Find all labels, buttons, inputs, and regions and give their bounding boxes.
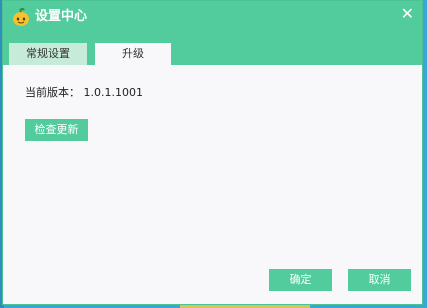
version-value: 1.0.1.1001 xyxy=(83,86,143,99)
version-row: 当前版本： 1.0.1.1001 xyxy=(25,85,143,101)
version-label: 当前版本： xyxy=(25,86,80,99)
tab-upgrade[interactable]: 升级 xyxy=(95,43,171,65)
window-title: 设置中心 xyxy=(35,9,88,24)
mango-logo-icon xyxy=(13,7,29,26)
ok-button[interactable]: 确定 xyxy=(269,269,332,291)
cancel-button[interactable]: 取消 xyxy=(348,269,411,291)
title-bar[interactable]: 设置中心 ✕ 常规设置 升级 xyxy=(3,1,422,65)
check-update-button[interactable]: 检查更新 xyxy=(25,119,88,141)
settings-dialog: 设置中心 ✕ 常规设置 升级 当前版本： 1.0.1.1001 检查更新 确定 … xyxy=(2,0,423,305)
tab-general-settings[interactable]: 常规设置 xyxy=(9,43,87,65)
upgrade-panel: 当前版本： 1.0.1.1001 检查更新 确定 取消 xyxy=(3,65,422,304)
close-icon[interactable]: ✕ xyxy=(401,4,414,24)
